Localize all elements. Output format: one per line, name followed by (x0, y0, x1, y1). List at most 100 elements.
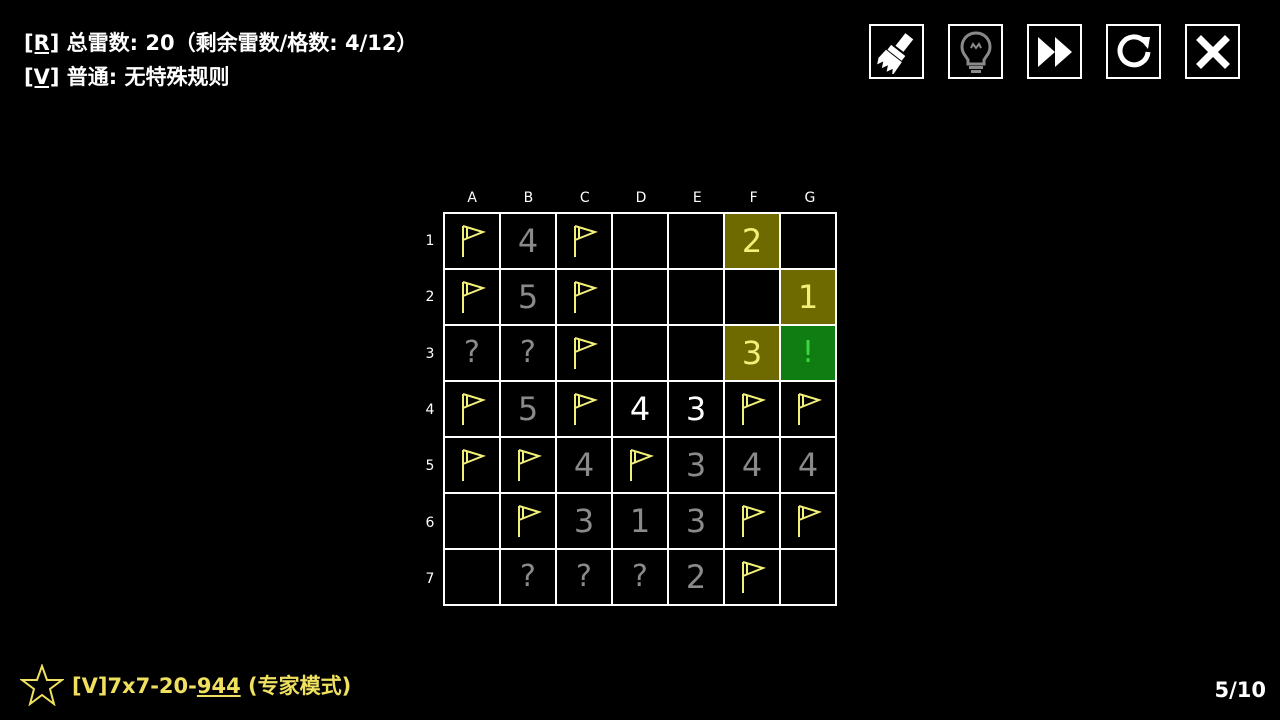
column-label: D (635, 190, 647, 206)
toolbar (869, 24, 1240, 79)
row-label: 7 (425, 570, 435, 587)
cell-flag-B5[interactable] (501, 438, 555, 492)
cell-empty-E1[interactable] (669, 214, 723, 268)
flag-icon (574, 225, 598, 257)
flag-icon (742, 393, 766, 425)
flag-icon (798, 505, 822, 537)
cell-empty-G1[interactable] (781, 214, 835, 268)
close-button[interactable] (1185, 24, 1240, 79)
hint-button[interactable] (948, 24, 1003, 79)
cell-empty-A7[interactable] (445, 550, 499, 604)
cell-flag-G4[interactable] (781, 382, 835, 436)
puzzle-label: [V]7x7-20-944 (专家模式) (72, 670, 351, 700)
restart-button[interactable] (1106, 24, 1161, 79)
puzzle-id-link[interactable]: 944 (197, 674, 241, 698)
cell-flag-C4[interactable] (557, 382, 611, 436)
cell-flag-D5[interactable] (613, 438, 667, 492)
cell-number-D4[interactable]: 4 (613, 382, 667, 436)
rule-line-total-mines: [R] 总雷数: 20（剩余雷数/格数: 4/12） (24, 26, 418, 60)
cell-safe-hint-G3[interactable]: ! (781, 326, 835, 380)
flag-icon (462, 449, 486, 481)
cell-empty-D1[interactable] (613, 214, 667, 268)
cell-flag-C1[interactable] (557, 214, 611, 268)
row-label: 3 (425, 345, 435, 362)
rules-panel: [R] 总雷数: 20（剩余雷数/格数: 4/12） [V] 普通: 无特殊规则 (24, 26, 418, 94)
brush-icon (876, 32, 913, 74)
cell-number-B2[interactable]: 5 (501, 270, 555, 324)
cell-number-F5[interactable]: 4 (725, 438, 779, 492)
cell-flag-F7[interactable] (725, 550, 779, 604)
cell-unknown-D7[interactable]: ? (613, 550, 667, 604)
flag-icon (574, 337, 598, 369)
star-icon[interactable] (20, 664, 64, 706)
row-label: 4 (425, 402, 435, 419)
cell-number-C5[interactable]: 4 (557, 438, 611, 492)
cell-flag-F6[interactable] (725, 494, 779, 548)
row-label: 5 (425, 458, 435, 475)
cell-empty-G7[interactable] (781, 550, 835, 604)
cell-number-B1[interactable]: 4 (501, 214, 555, 268)
restart-icon (1117, 33, 1150, 67)
flag-icon (518, 449, 542, 481)
fast-forward-button[interactable] (1027, 24, 1082, 79)
cell-number-G2[interactable]: 1 (781, 270, 835, 324)
cell-unknown-B7[interactable]: ? (501, 550, 555, 604)
brush-button[interactable] (869, 24, 924, 79)
cell-flag-A2[interactable] (445, 270, 499, 324)
fast-forward-icon (1037, 36, 1072, 67)
cell-flag-C2[interactable] (557, 270, 611, 324)
row-label: 1 (425, 233, 435, 250)
cell-empty-F2[interactable] (725, 270, 779, 324)
column-label: A (467, 190, 477, 206)
column-label: F (749, 190, 758, 206)
flag-icon (742, 561, 766, 593)
rule-tag-r[interactable]: [R] (24, 31, 59, 55)
cell-number-B4[interactable]: 5 (501, 382, 555, 436)
column-labels: A B C D E F G (444, 190, 838, 206)
cell-empty-D3[interactable] (613, 326, 667, 380)
cell-flag-B6[interactable] (501, 494, 555, 548)
game-board: 4 2 5 1?? 3! 5 4 3 4 3 4 4 3 1 3??? 2 (443, 212, 837, 606)
lightbulb-icon (959, 30, 992, 73)
flag-icon (462, 225, 486, 257)
flag-icon (462, 281, 486, 313)
cell-number-C6[interactable]: 3 (557, 494, 611, 548)
cell-number-E4[interactable]: 3 (669, 382, 723, 436)
cell-flag-A5[interactable] (445, 438, 499, 492)
cell-number-D6[interactable]: 1 (613, 494, 667, 548)
cell-number-F3[interactable]: 3 (725, 326, 779, 380)
cell-empty-E2[interactable] (669, 270, 723, 324)
cell-number-G5[interactable]: 4 (781, 438, 835, 492)
cell-empty-E3[interactable] (669, 326, 723, 380)
rule-text-total-mines: 总雷数: 20（剩余雷数/格数: 4/12） (59, 31, 418, 55)
puzzle-prefix: [V]7x7-20- (72, 674, 197, 698)
cell-unknown-C7[interactable]: ? (557, 550, 611, 604)
cell-flag-A1[interactable] (445, 214, 499, 268)
cell-flag-C3[interactable] (557, 326, 611, 380)
cell-number-E7[interactable]: 2 (669, 550, 723, 604)
puzzle-mode: (专家模式) (240, 674, 352, 698)
column-label: E (692, 190, 702, 206)
progress-counter: 5/10 (1214, 678, 1266, 702)
cell-number-F1[interactable]: 2 (725, 214, 779, 268)
rule-tag-v[interactable]: [V] (24, 65, 59, 89)
cell-flag-F4[interactable] (725, 382, 779, 436)
cell-empty-A6[interactable] (445, 494, 499, 548)
cell-empty-D2[interactable] (613, 270, 667, 324)
row-labels: 1 2 3 4 5 6 7 (418, 213, 442, 607)
cell-number-E6[interactable]: 3 (669, 494, 723, 548)
rule-text-variant: 普通: 无特殊规则 (59, 65, 230, 89)
close-icon (1195, 34, 1230, 69)
flag-icon (742, 505, 766, 537)
column-label: C (579, 190, 590, 206)
flag-icon (798, 393, 822, 425)
cell-flag-A4[interactable] (445, 382, 499, 436)
cell-unknown-B3[interactable]: ? (501, 326, 555, 380)
flag-icon (462, 393, 486, 425)
puzzle-info: [V]7x7-20-944 (专家模式) (20, 664, 351, 706)
row-label: 6 (425, 514, 435, 531)
cell-number-E5[interactable]: 3 (669, 438, 723, 492)
cell-unknown-A3[interactable]: ? (445, 326, 499, 380)
cell-flag-G6[interactable] (781, 494, 835, 548)
column-label: B (523, 190, 534, 206)
